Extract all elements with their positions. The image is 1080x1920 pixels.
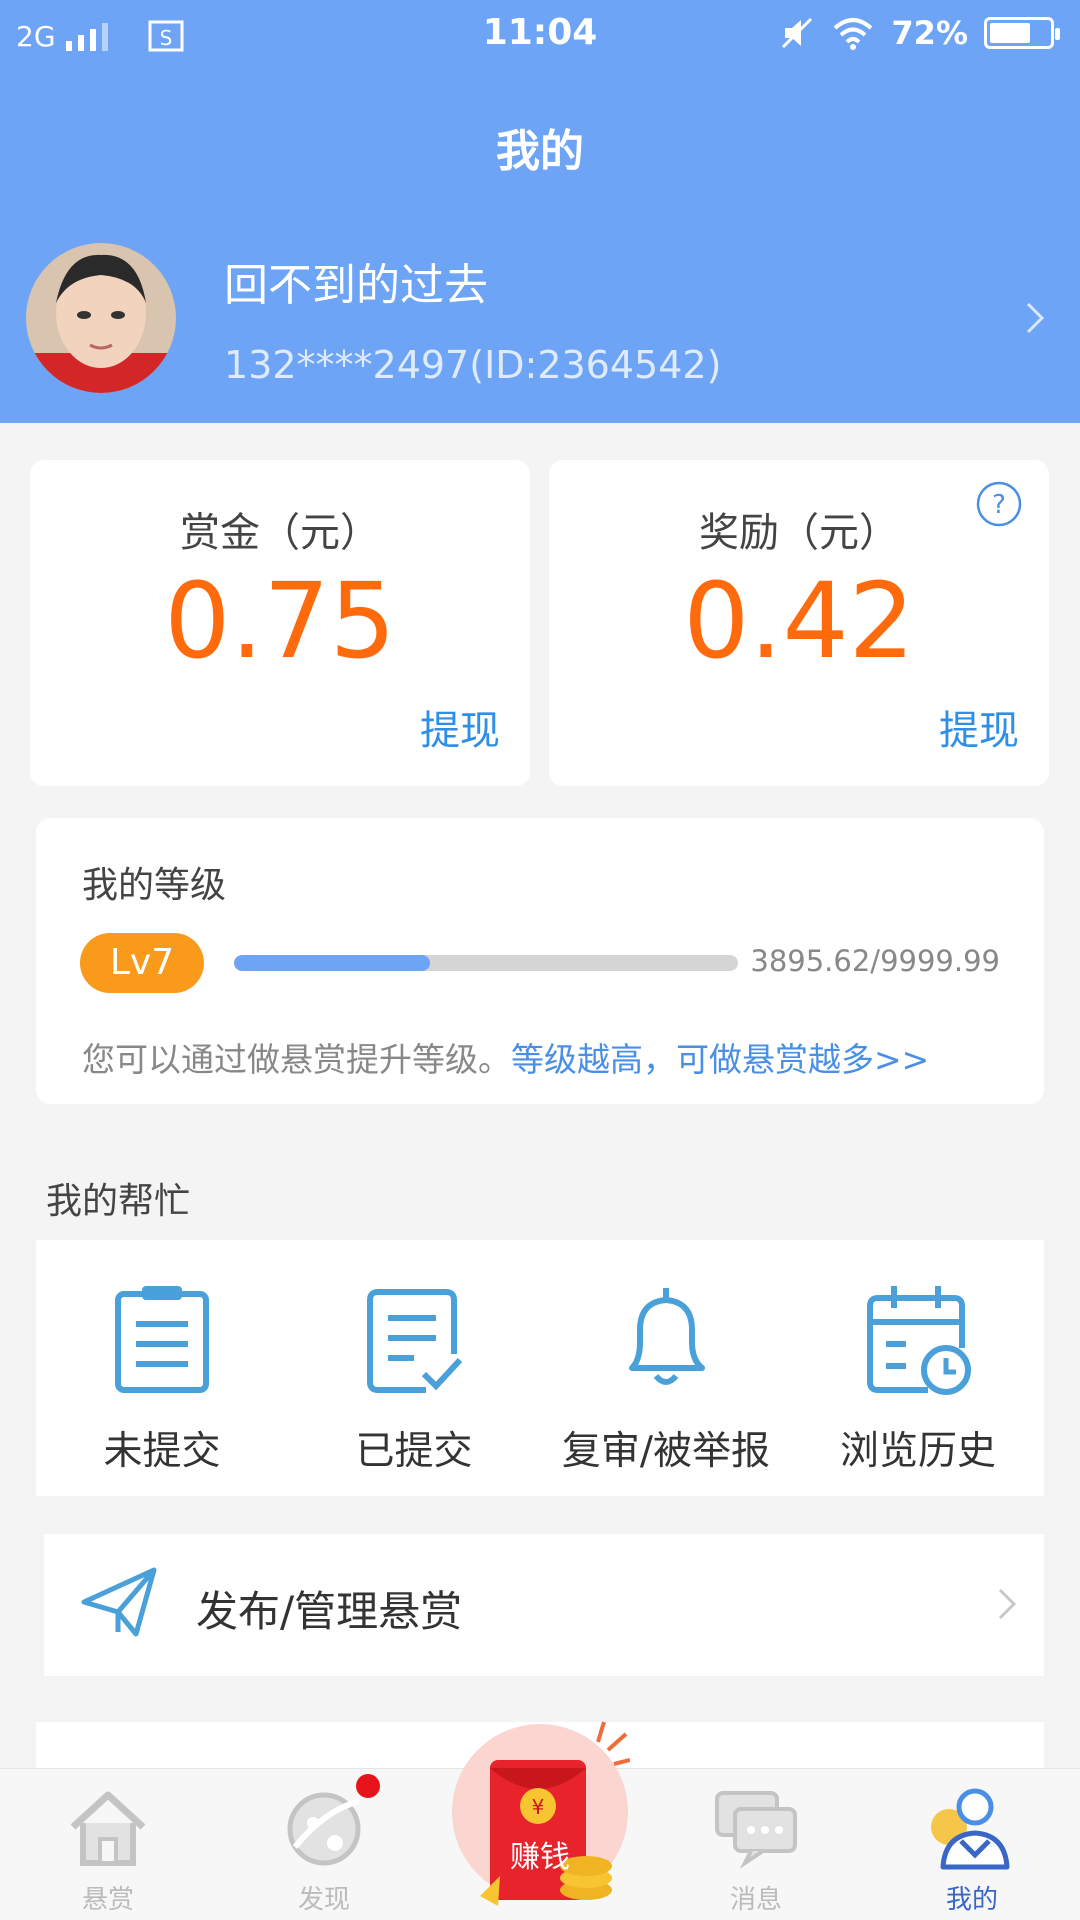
level-card: 我的等级 Lv7 3895.62/9999.99 您可以通过做悬赏提升等级。等级…: [36, 818, 1044, 1104]
reward-label: 奖励（元）: [699, 510, 899, 556]
bounty-label: 赏金（元）: [180, 510, 380, 556]
help-item-label: 已提交: [355, 1429, 473, 1474]
reward-card: ? 奖励（元） 0.42 提现: [549, 460, 1049, 786]
level-tip-link[interactable]: 等级越高，可做悬赏越多>>: [511, 1040, 929, 1079]
bounty-value: 0.75: [164, 560, 396, 682]
help-item-label: 浏览历史: [839, 1429, 996, 1474]
profile-row[interactable]: 回不到的过去 132****2497(ID:2364542): [26, 240, 1054, 395]
calendar-clock-icon: [867, 1286, 971, 1395]
help-item-label: 复审/被举报: [561, 1429, 771, 1474]
level-progress-text: 3895.62/9999.99: [750, 944, 1000, 978]
level-tip: 您可以通过做悬赏提升等级。等级越高，可做悬赏越多>>: [82, 1033, 929, 1081]
user-icon: [931, 1788, 1010, 1870]
tab-bounty[interactable]: 悬赏: [0, 1769, 216, 1920]
battery-text: 72%: [891, 14, 968, 52]
help-item-submitted[interactable]: 已提交: [288, 1240, 540, 1496]
tab-earn[interactable]: ¥ 赚钱: [450, 1720, 631, 1920]
profile-info: 回不到的过去 132****2497(ID:2364542): [224, 249, 1014, 387]
paper-plane-icon: [81, 1567, 157, 1637]
help-grid: 未提交 已提交 复审/被举报 浏览历史: [36, 1240, 1044, 1496]
help-item-history[interactable]: 浏览历史: [792, 1240, 1044, 1496]
battery-icon: [984, 17, 1060, 49]
help-item-review[interactable]: 复审/被举报: [540, 1240, 792, 1496]
help-item-label: 未提交: [103, 1429, 221, 1474]
level-progress-bar: [234, 955, 738, 971]
red-envelope-icon: ¥: [452, 1721, 631, 1906]
section-title-help: 我的帮忙: [46, 1181, 191, 1222]
status-right: 72%: [779, 14, 1060, 52]
bounty-withdraw-button[interactable]: 提现: [420, 698, 500, 756]
tab-mine[interactable]: 我的: [864, 1769, 1080, 1920]
help-item-unsubmitted[interactable]: 未提交: [36, 1240, 288, 1496]
status-bar: 2G S 11:04 72%: [0, 0, 1080, 70]
level-tip-text: 您可以通过做悬赏提升等级。: [82, 1040, 511, 1079]
tab-label: 消息: [729, 1885, 782, 1915]
avatar[interactable]: [26, 242, 176, 393]
reward-withdraw-button[interactable]: 提现: [939, 698, 1019, 756]
manage-bounty-label: 发布/管理悬赏: [196, 1587, 463, 1636]
chevron-right-icon: [1026, 302, 1045, 333]
tab-label: 悬赏: [81, 1885, 134, 1915]
level-title: 我的等级: [82, 865, 227, 906]
wifi-icon: [834, 18, 873, 50]
clipboard-icon: [115, 1286, 209, 1393]
bounty-card: 赏金（元） 0.75 提现: [30, 460, 530, 786]
header: 2G S 11:04 72% 我的 回不到的过去 132****2497(ID:…: [0, 0, 1080, 423]
checked-document-icon: [367, 1289, 463, 1393]
tab-discover[interactable]: 发现: [216, 1769, 432, 1920]
profile-name: 回不到的过去: [224, 259, 488, 311]
reward-value: 0.42: [683, 560, 915, 682]
tab-earn-label: 赚钱: [510, 1840, 570, 1875]
svg-text:¥: ¥: [532, 1795, 545, 1819]
profile-id: 132****2497(ID:2364542): [224, 342, 722, 387]
tab-label: 发现: [297, 1885, 350, 1915]
tab-messages[interactable]: 消息: [648, 1769, 864, 1920]
bell-icon: [629, 1288, 705, 1385]
mute-icon: [782, 17, 813, 49]
page-title: 我的: [496, 126, 584, 177]
chat-icon: [715, 1791, 797, 1869]
manage-bounty-row[interactable]: 发布/管理悬赏: [44, 1534, 1044, 1676]
home-icon: [70, 1791, 146, 1866]
tab-label: 我的: [945, 1885, 998, 1915]
level-badge: Lv7: [80, 933, 204, 993]
chevron-right-icon: [998, 1588, 1017, 1620]
planet-icon: [287, 1792, 361, 1866]
notification-dot: [356, 1774, 380, 1798]
